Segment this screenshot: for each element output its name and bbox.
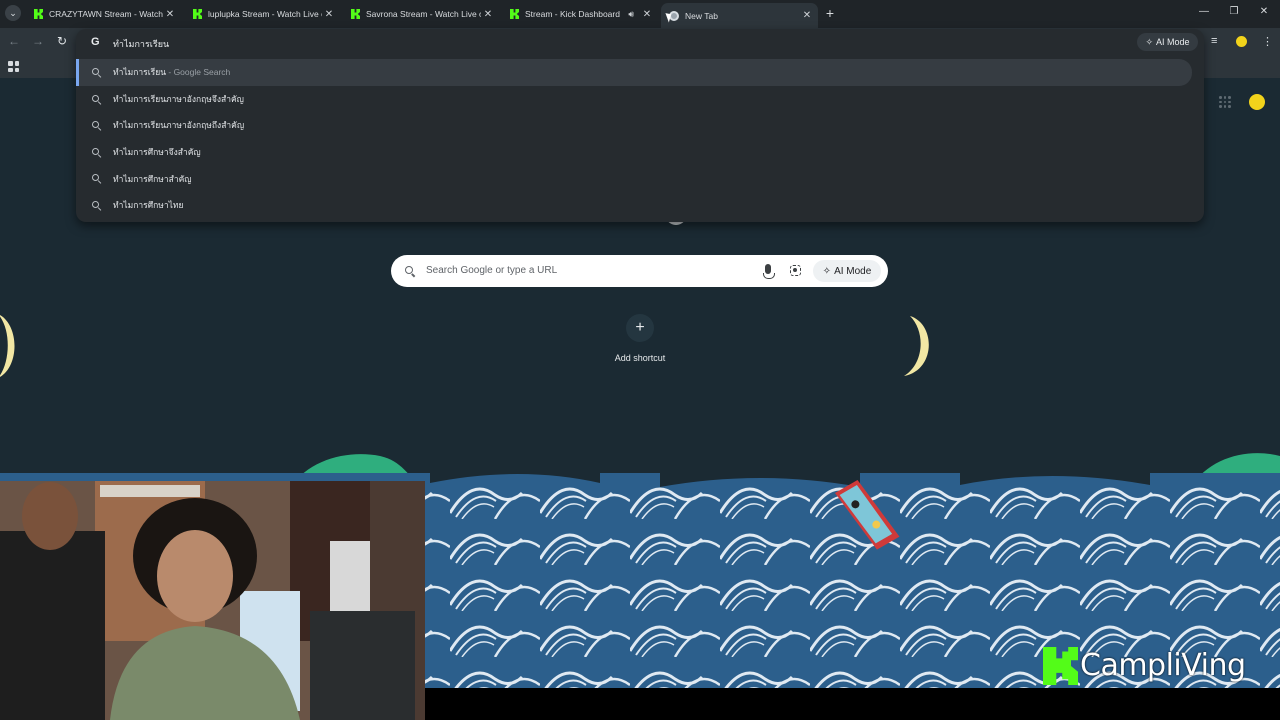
channel-name: CampliVing [1080, 648, 1246, 683]
ntp-search-box[interactable]: Search Google or type a URL ✧ AI Mode [391, 255, 888, 287]
media-queue-icon[interactable]: ≡ [1211, 35, 1217, 47]
google-apps-icon[interactable] [1219, 96, 1231, 108]
restore-icon[interactable]: ❐ [1227, 6, 1241, 17]
suggestion-item[interactable]: ทำไมการศึกษาจึงสำคัญ [76, 139, 1204, 166]
search-icon [92, 174, 99, 182]
ai-mode-button[interactable]: ✧ AI Mode [813, 260, 881, 282]
close-icon[interactable]: ✕ [163, 9, 177, 20]
more-vert-icon[interactable]: ⋮ [1262, 35, 1273, 48]
search-placeholder: Search Google or type a URL [426, 265, 558, 276]
suggestion-item[interactable]: ทำไมการเรียนภาษาอังกฤษจึงสำคัญ [76, 86, 1204, 113]
close-icon[interactable]: ✕ [640, 9, 654, 20]
suggestion-text: ทำไมการศึกษาจึงสำคัญ [113, 147, 201, 158]
tab-strip: ⌄ CRAZYTAWN Stream - Watch Li ✕ luplupka… [0, 0, 1280, 28]
new-tab-plus-icon[interactable]: + [822, 5, 838, 21]
forward-arrow-icon[interactable]: → [31, 34, 45, 48]
suggestion-text: ทำไมการเรียนภาษาอังกฤษถึงสำคัญ [113, 120, 245, 131]
kick-icon [193, 9, 202, 19]
stream-bottom-bar [425, 688, 1280, 720]
suggestion-item[interactable]: ทำไมการเรียนภาษาอังกฤษถึงสำคัญ [76, 112, 1204, 139]
plus-icon: + [635, 319, 645, 336]
tab-title: New Tab [685, 10, 718, 21]
omnibox-ai-mode-button[interactable]: ✧ AI Mode [1137, 33, 1198, 51]
microphone-icon[interactable] [763, 264, 775, 279]
kick-icon [510, 9, 519, 19]
search-icon [92, 121, 99, 129]
window-close-icon[interactable]: ✕ [1257, 6, 1271, 17]
webcam-image [0, 481, 425, 720]
close-icon[interactable]: ✕ [322, 9, 336, 20]
search-icon [92, 147, 99, 155]
minimize-icon[interactable]: — [1197, 6, 1211, 17]
crescent-moon-left [0, 315, 15, 377]
suggestion-item[interactable]: ทำไมการศึกษาสำคัญ [76, 165, 1204, 192]
ai-mode-label: AI Mode [834, 265, 872, 277]
suggestion-text-wrap: ทำไมการเรียน - Google Search [113, 65, 230, 79]
tab-title: CRAZYTAWN Stream - Watch Li [49, 9, 163, 19]
tab-savrona[interactable]: Savrona Stream - Watch Live o ✕ [343, 3, 499, 25]
tab-title: Stream - Kick Dashboard [525, 9, 620, 19]
ai-mode-label: AI Mode [1156, 37, 1190, 47]
suggestion-hint: - Google Search [166, 67, 231, 78]
tab-title: Savrona Stream - Watch Live o [366, 9, 481, 19]
suggestion-text: ทำไมการศึกษาสำคัญ [113, 173, 192, 184]
webcam-feed [0, 481, 425, 720]
speaker-icon[interactable]: 🔊︎ [628, 9, 634, 20]
search-icon [92, 68, 99, 75]
apps-grid-icon[interactable] [8, 61, 19, 72]
tab-new-tab[interactable]: New Tab ✕ [661, 3, 818, 28]
tab-search-chevron-icon[interactable]: ⌄ [5, 5, 21, 21]
suggestion-list: ทำไมการเรียน - Google Search ทำไมการเรีย… [76, 59, 1204, 219]
close-icon[interactable]: ✕ [800, 10, 814, 21]
tab-title: luplupka Stream - Watch Live o [208, 9, 322, 19]
tab-kick-dashboard[interactable]: Stream - Kick Dashboard 🔊︎ ✕ [502, 3, 658, 25]
profile-avatar[interactable] [1235, 35, 1248, 48]
suggestion-item[interactable]: ทำไมการเรียน - Google Search [76, 59, 1192, 86]
reload-icon[interactable]: ↻ [55, 34, 69, 48]
search-icon [92, 200, 99, 208]
tab-luplupka[interactable]: luplupka Stream - Watch Live o ✕ [185, 3, 340, 25]
suggestion-text: ทำไมการศึกษาไทย [113, 200, 184, 211]
back-arrow-icon[interactable]: ← [7, 34, 21, 48]
crescent-moon-right [904, 316, 929, 376]
search-icon [92, 94, 99, 102]
close-icon[interactable]: ✕ [481, 9, 495, 20]
suggestion-item[interactable]: ทำไมการศึกษาไทย [76, 192, 1204, 219]
add-shortcut-label: Add shortcut [614, 353, 666, 363]
sparkle-search-icon: ✧ [822, 265, 832, 277]
add-shortcut-button[interactable]: + [626, 314, 654, 342]
kick-icon [351, 9, 360, 19]
google-g-icon: G [91, 36, 100, 48]
omnibox-query[interactable]: ทำไมการเรียน [113, 37, 169, 51]
sparkle-search-icon: ✧ [1145, 36, 1153, 47]
omnibox-input[interactable]: G ทำไมการเรียน ✧ AI Mode [76, 29, 1204, 55]
suggestion-text: ทำไมการเรียน [113, 67, 167, 78]
kick-icon [34, 9, 43, 19]
account-avatar[interactable] [1247, 92, 1267, 112]
google-lens-icon[interactable] [790, 265, 801, 276]
tab-crazytawn[interactable]: CRAZYTAWN Stream - Watch Li ✕ [26, 3, 181, 25]
omnibox-dropdown: G ทำไมการเรียน ✧ AI Mode ทำไมการเรียน - … [76, 29, 1204, 222]
suggestion-text: ทำไมการเรียนภาษาอังกฤษจึงสำคัญ [113, 93, 244, 104]
search-icon [405, 266, 413, 274]
